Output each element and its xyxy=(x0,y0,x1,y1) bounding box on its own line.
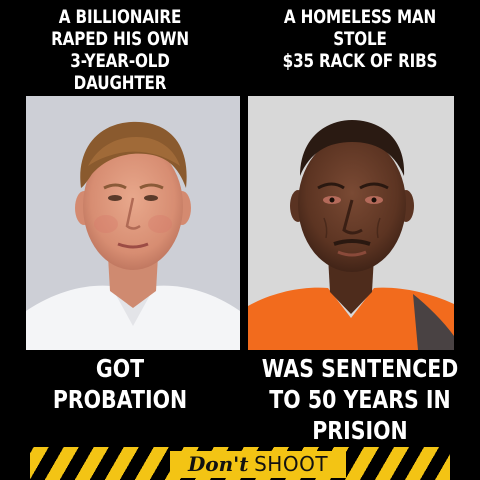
right-top-caption: A HOMELESS MAN STOLE $35 RACK OF RIBS xyxy=(264,6,456,72)
left-top-caption-line: A BILLIONAIRE xyxy=(58,6,182,28)
right-top-caption-line: A HOMELESS MAN xyxy=(283,6,437,28)
left-top-caption-line: 3-YEAR-OLD xyxy=(70,50,170,72)
meme-image: A BILLIONAIRE RAPED HIS OWN 3-YEAR-OLD D… xyxy=(0,0,480,480)
billionaire-portrait-illustration xyxy=(26,96,240,350)
hazard-stripe-banner: Don't SHOOT xyxy=(30,447,450,480)
left-bottom-caption-line: PROBATION xyxy=(52,385,188,414)
right-top-caption-line: STOLE xyxy=(333,28,387,50)
right-top-caption-line: $35 RACK OF RIBS xyxy=(282,50,438,72)
left-bottom-caption: GOT PROBATION xyxy=(22,353,219,415)
left-top-caption: A BILLIONAIRE RAPED HIS OWN 3-YEAR-OLD D… xyxy=(24,6,216,94)
right-bottom-caption-line: PRISION xyxy=(312,416,408,445)
right-bottom-caption-line: WAS SENTENCED xyxy=(261,354,459,383)
dont-shoot-logo: Don't SHOOT xyxy=(170,451,346,478)
billionaire-mugshot xyxy=(26,96,240,350)
homeless-man-portrait-illustration xyxy=(248,96,454,350)
right-bottom-caption-line: TO 50 YEARS IN xyxy=(269,385,451,414)
left-panel: A BILLIONAIRE RAPED HIS OWN 3-YEAR-OLD D… xyxy=(0,0,240,480)
logo-word-shoot: SHOOT xyxy=(254,452,329,476)
homeless-man-mugshot xyxy=(248,96,454,350)
logo-word-dont: Don't xyxy=(187,452,249,476)
left-top-caption-line: DAUGHTER xyxy=(73,72,167,94)
left-bottom-caption-line: GOT xyxy=(95,354,145,383)
left-top-caption-line: RAPED HIS OWN xyxy=(51,28,189,50)
right-bottom-caption: WAS SENTENCED TO 50 YEARS IN PRISION xyxy=(262,353,459,446)
